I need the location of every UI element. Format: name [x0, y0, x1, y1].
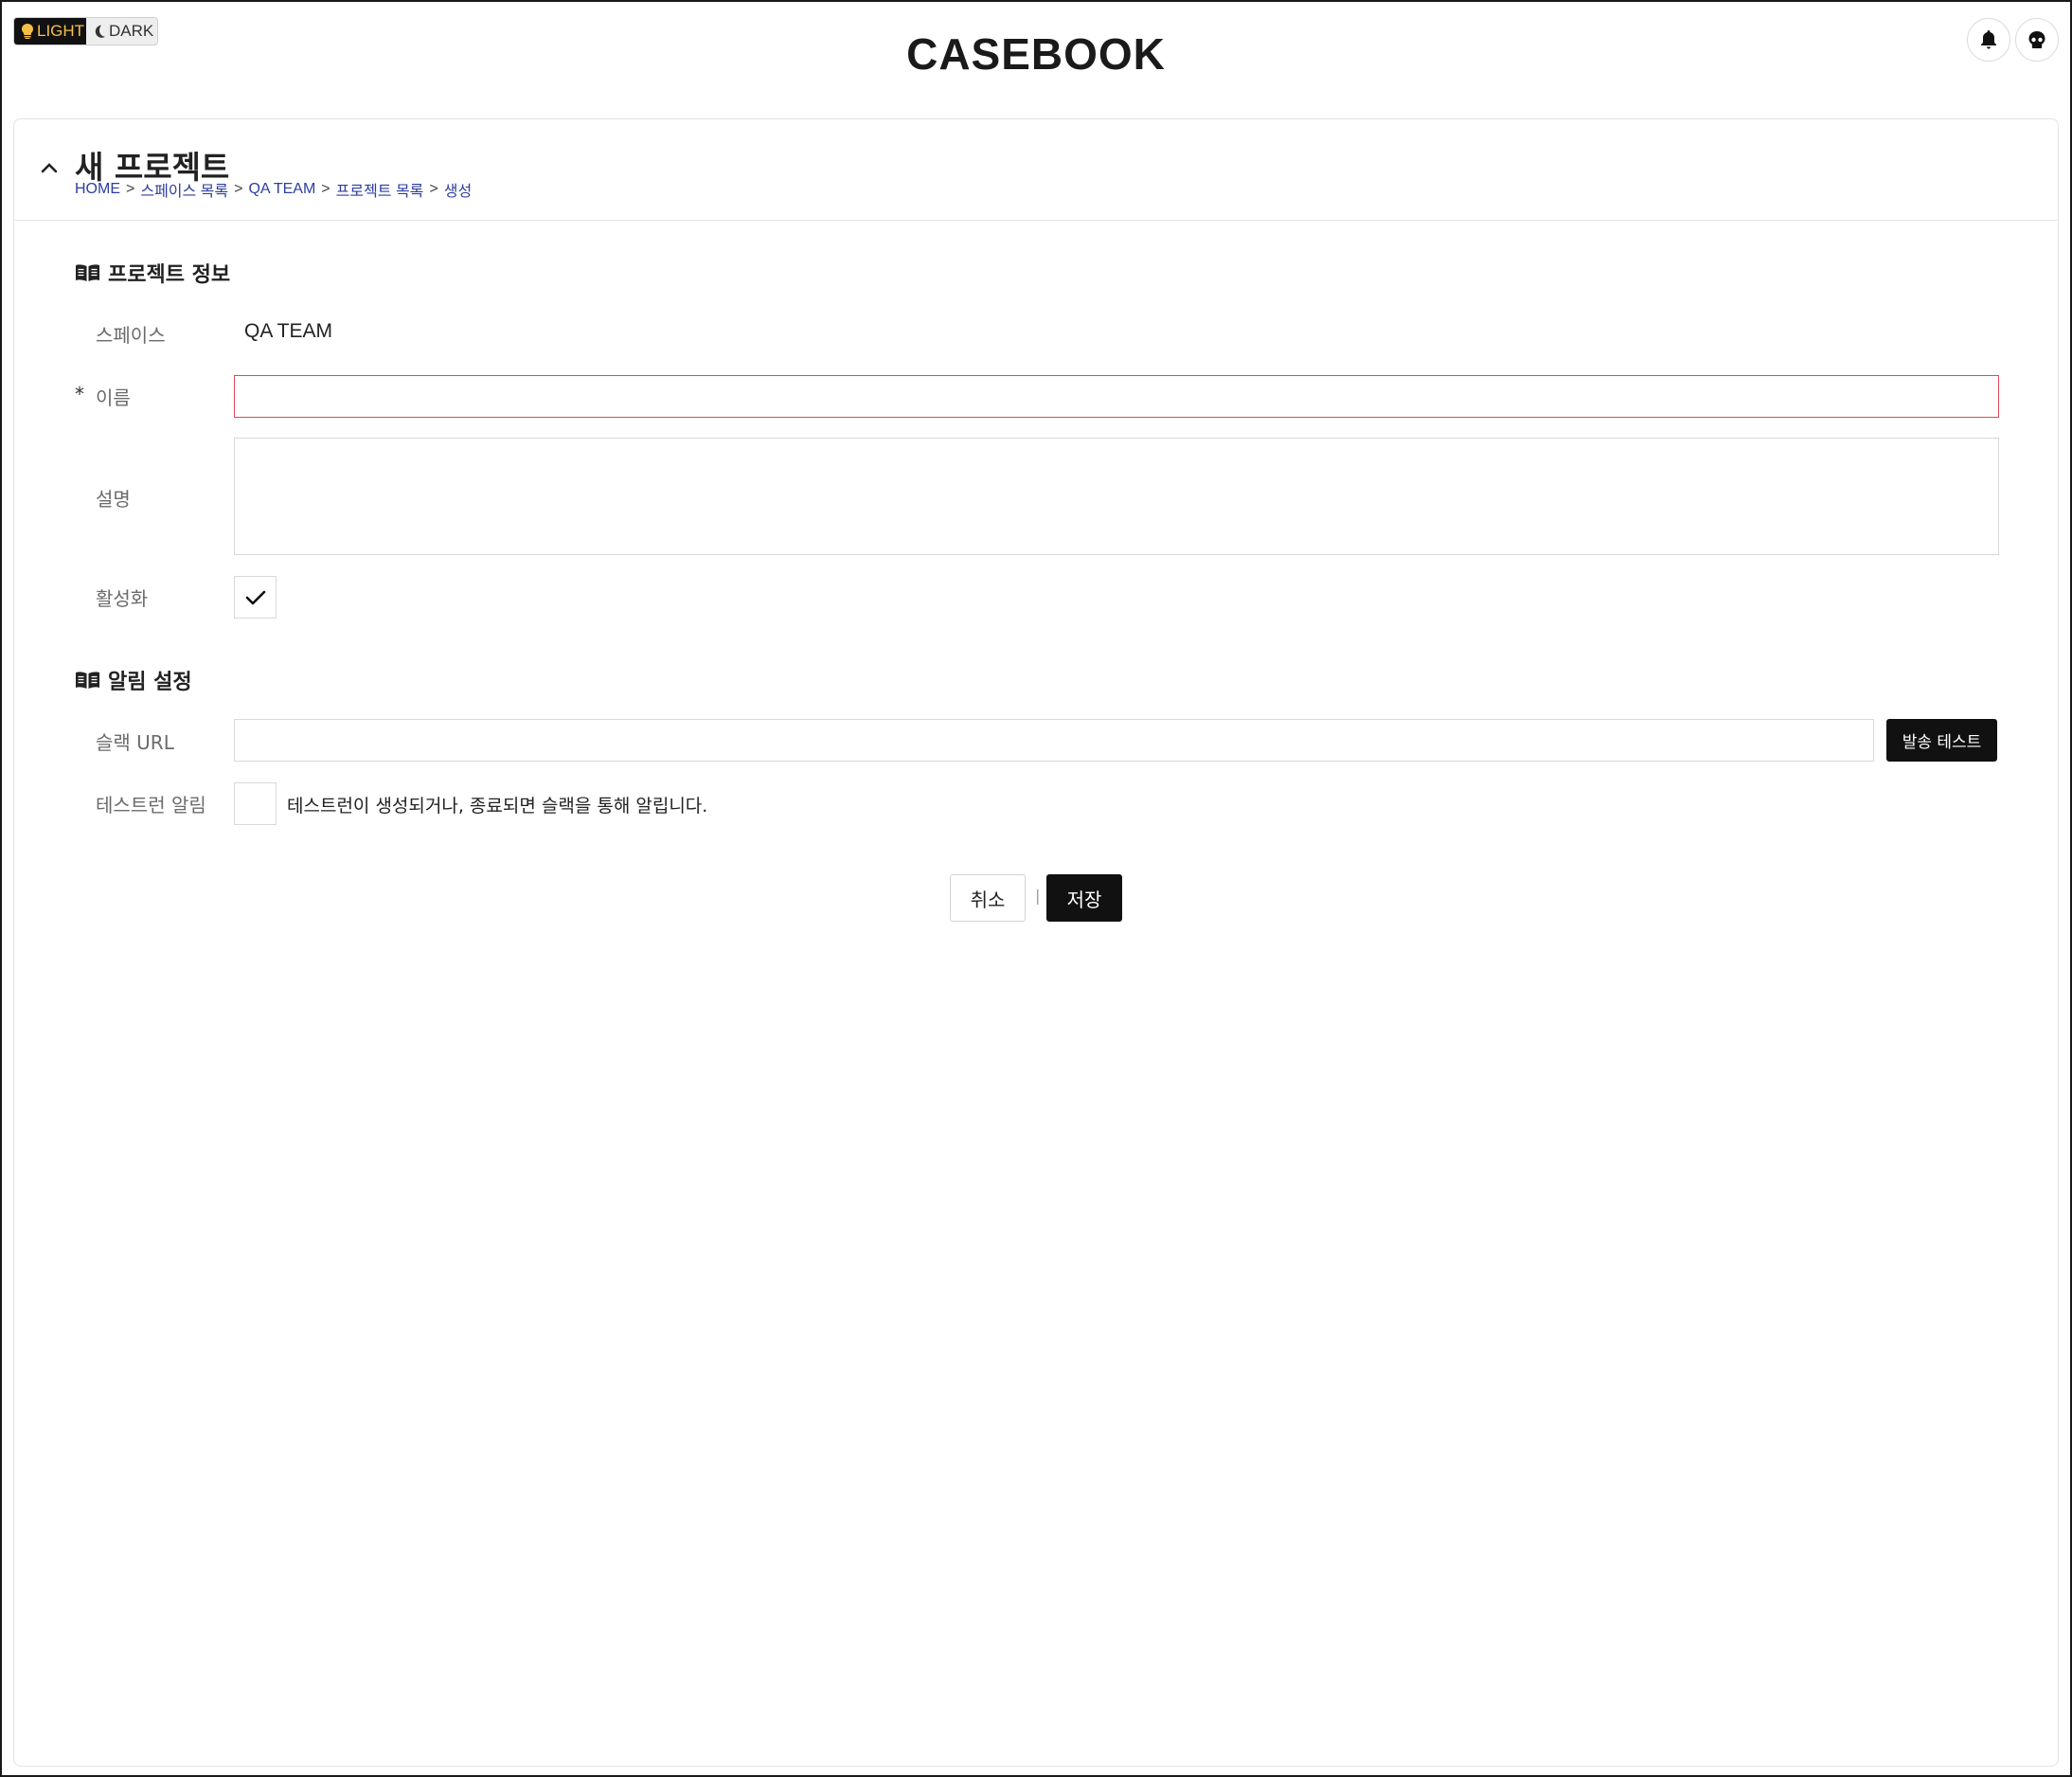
casebook-logo[interactable]: CASEBOOK — [0, 28, 2072, 80]
name-label: 이름 — [96, 386, 131, 409]
panel-header: 새 프로젝트 HOME > 스페이스 목록 > QA TEAM > 프로젝트 목… — [14, 119, 2058, 221]
breadcrumb-home[interactable]: HOME — [75, 181, 120, 198]
description-textarea[interactable] — [234, 438, 1999, 555]
slack-url-input[interactable] — [234, 719, 1874, 762]
testrun-notification-description: 테스트런이 생성되거나, 종료되면 슬랙을 통해 알립니다. — [287, 796, 708, 817]
testrun-notification-label: 테스트런 알림 — [96, 794, 206, 817]
space-label: 스페이스 — [96, 324, 166, 347]
description-label: 설명 — [96, 488, 131, 511]
breadcrumb-create[interactable]: 생성 — [444, 178, 472, 201]
button-divider: | — [1035, 887, 1041, 905]
user-avatar-button[interactable] — [2015, 18, 2059, 62]
required-mark: * — [75, 383, 84, 405]
breadcrumb-separator: > — [126, 181, 135, 197]
notification-section-title: 알림 설정 — [75, 665, 192, 695]
active-label: 활성화 — [96, 587, 149, 610]
bell-icon — [1981, 30, 1996, 49]
save-button[interactable]: 저장 — [1046, 874, 1122, 922]
book-icon — [76, 672, 99, 689]
collapse-button[interactable] — [35, 153, 63, 182]
space-value: QA TEAM — [244, 320, 332, 342]
notification-title-text: 알림 설정 — [108, 671, 192, 694]
breadcrumb-separator: > — [234, 181, 243, 197]
project-info-section-title: 프로젝트 정보 — [75, 258, 230, 288]
breadcrumb-separator: > — [429, 181, 438, 197]
breadcrumb-space-list[interactable]: 스페이스 목록 — [140, 178, 228, 201]
project-info-title-text: 프로젝트 정보 — [108, 263, 231, 287]
notifications-button[interactable] — [1967, 18, 2010, 62]
checkmark-icon — [245, 590, 265, 604]
send-test-button[interactable]: 발송 테스트 — [1886, 719, 1997, 762]
chevron-up-icon — [41, 163, 58, 173]
testrun-notification-checkbox[interactable] — [234, 782, 277, 825]
slack-url-label: 슬랙 URL — [96, 731, 174, 754]
name-input[interactable] — [234, 375, 1999, 418]
cancel-button[interactable]: 취소 — [950, 874, 1026, 922]
breadcrumb-qa-team[interactable]: QA TEAM — [248, 181, 315, 198]
breadcrumb: HOME > 스페이스 목록 > QA TEAM > 프로젝트 목록 > 생성 — [75, 178, 472, 201]
breadcrumb-separator: > — [321, 181, 330, 197]
book-icon — [76, 264, 99, 281]
active-checkbox[interactable] — [234, 576, 277, 619]
breadcrumb-project-list[interactable]: 프로젝트 목록 — [336, 178, 424, 201]
skull-icon — [2028, 31, 2045, 48]
project-create-panel: 새 프로젝트 HOME > 스페이스 목록 > QA TEAM > 프로젝트 목… — [13, 118, 2059, 1767]
